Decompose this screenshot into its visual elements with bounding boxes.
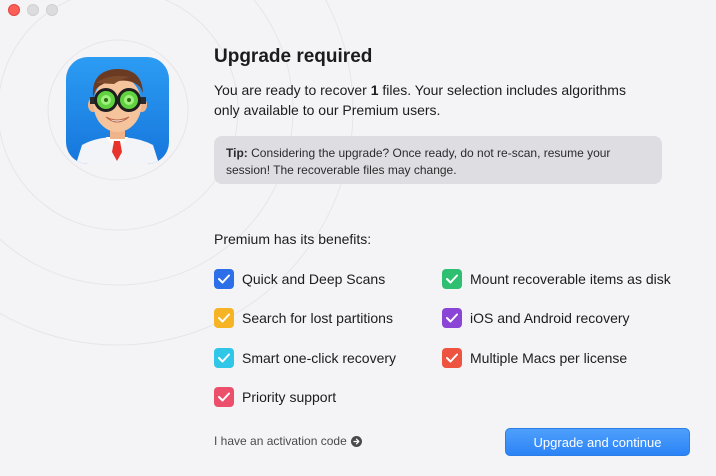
upgrade-and-continue-button[interactable]: Upgrade and continue (505, 428, 690, 456)
benefit-label: Multiple Macs per license (470, 350, 628, 366)
dialog-title: Upgrade required (214, 46, 373, 67)
benefit-item: Quick and Deep Scans (214, 268, 385, 290)
benefit-label: Search for lost partitions (242, 310, 393, 326)
checkbox-icon (214, 348, 234, 368)
dialog-message: You are ready to recover 1 files. Your s… (214, 80, 654, 120)
upgrade-dialog-window: Upgrade required You are ready to recove… (0, 0, 716, 476)
benefit-item: Search for lost partitions (214, 307, 393, 329)
checkbox-icon (214, 269, 234, 289)
checkbox-icon (214, 308, 234, 328)
benefits-heading: Premium has its benefits: (214, 231, 372, 247)
benefit-label: Smart one-click recovery (242, 350, 397, 366)
benefit-label: iOS and Android recovery (470, 310, 630, 326)
benefit-item: Priority support (214, 386, 336, 408)
tip-box: Tip: Considering the upgrade? Once ready… (214, 136, 662, 184)
benefit-label: Quick and Deep Scans (242, 271, 386, 287)
checkbox-icon (442, 308, 462, 328)
benefit-item: Multiple Macs per license (442, 347, 627, 369)
maximize-window-button[interactable] (46, 4, 58, 16)
benefit-item: iOS and Android recovery (442, 307, 630, 329)
benefit-item: Smart one-click recovery (214, 347, 396, 369)
benefit-item: Mount recoverable items as disk (442, 268, 671, 290)
window-controls (8, 4, 58, 16)
benefit-label: Priority support (242, 389, 337, 405)
activation-link-label: I have an activation code (214, 434, 347, 448)
benefit-label: Mount recoverable items as disk (470, 271, 671, 287)
checkbox-icon (214, 387, 234, 407)
activation-code-link[interactable]: I have an activation code (214, 434, 362, 448)
doctor-character-app-icon (66, 57, 169, 164)
checkbox-icon (442, 348, 462, 368)
checkbox-icon (442, 269, 462, 289)
arrow-right-circle-icon (350, 435, 362, 447)
tip-label: Tip: (226, 146, 248, 160)
minimize-window-button[interactable] (27, 4, 39, 16)
close-window-button[interactable] (8, 4, 20, 16)
tip-text: Considering the upgrade? Once ready, do … (226, 146, 611, 177)
message-prefix: You are ready to recover (214, 82, 371, 98)
